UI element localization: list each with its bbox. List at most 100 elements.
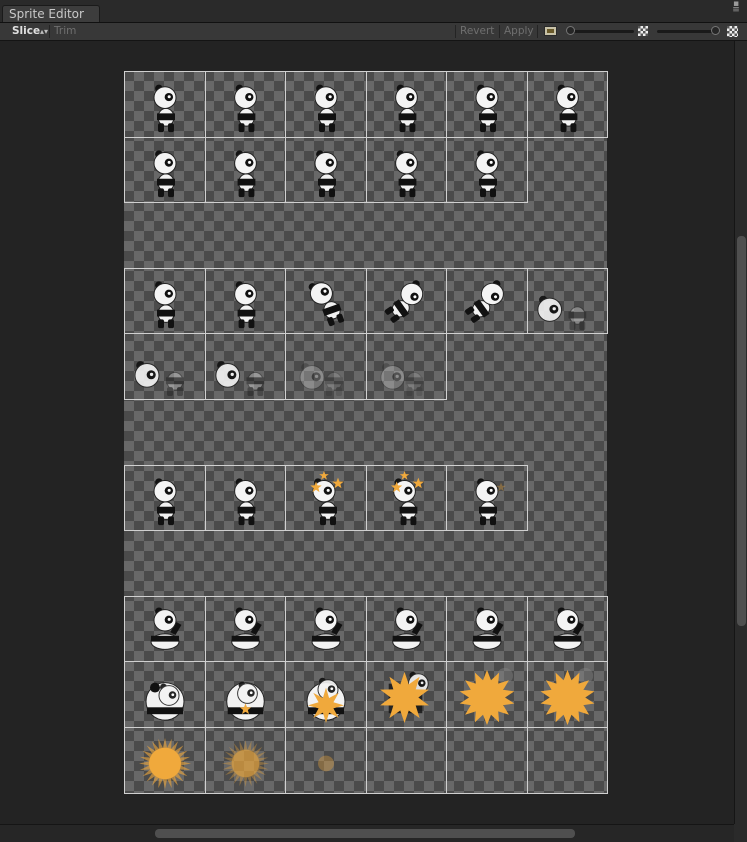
sprite-image	[472, 607, 504, 650]
sprite-image	[395, 84, 418, 133]
sprite-image	[395, 150, 418, 198]
sprite-frame[interactable]	[446, 268, 528, 334]
sprite-frame[interactable]	[205, 727, 286, 794]
vertical-scrollbar-thumb[interactable]	[737, 236, 746, 626]
sprite-frame[interactable]	[124, 465, 206, 531]
sprite-frame[interactable]	[124, 137, 206, 203]
sprite-image	[308, 282, 345, 327]
sprite-image	[475, 478, 506, 526]
sprite-frame[interactable]	[366, 596, 447, 662]
mip-level-slider-handle[interactable]	[711, 26, 720, 35]
sprite-image	[234, 281, 257, 329]
sprite-frame[interactable]	[527, 268, 608, 334]
sprite-frame[interactable]	[446, 596, 528, 662]
sprite-frame[interactable]	[124, 268, 206, 334]
sprite-frame[interactable]	[285, 71, 367, 138]
sprite-frame[interactable]	[527, 661, 608, 728]
sprite-frame[interactable]	[366, 137, 447, 203]
sprite-image	[537, 295, 587, 331]
sprite-image	[310, 470, 344, 526]
window-menu-icon[interactable]: ▪ ≡	[731, 0, 741, 15]
sprite-viewport[interactable]	[0, 41, 734, 824]
sprite-frame[interactable]	[285, 661, 367, 728]
sprite-frame[interactable]	[205, 661, 286, 728]
sprite-frame[interactable]	[205, 268, 286, 334]
sprite-image	[153, 478, 177, 526]
sprite-image	[145, 682, 185, 721]
editor-toolbar: Slice ▴▾ Trim Revert Apply	[0, 23, 747, 41]
sprite-image	[314, 84, 338, 133]
sprite-frame[interactable]	[285, 137, 367, 203]
slice-dropdown[interactable]: Slice	[12, 23, 40, 40]
sprite-image	[153, 281, 177, 329]
sprite-image	[231, 607, 262, 650]
sprite-image	[234, 84, 257, 133]
sprite-image	[234, 150, 257, 198]
sprite-frame[interactable]	[285, 465, 367, 531]
toolbar-separator	[49, 25, 50, 38]
revert-button[interactable]: Revert	[460, 23, 494, 40]
sprite-frame[interactable]	[527, 727, 608, 794]
sprite-frame[interactable]	[446, 465, 528, 531]
sprite-image	[153, 150, 177, 198]
sprite-image	[475, 84, 499, 133]
trim-button[interactable]: Trim	[54, 23, 76, 40]
scrollbar-corner	[734, 824, 747, 842]
sprite-frame[interactable]	[446, 137, 528, 203]
sprite-frame[interactable]	[366, 268, 447, 334]
sprite-image	[540, 667, 595, 726]
sprite-frame[interactable]	[205, 465, 286, 531]
vertical-scrollbar[interactable]	[734, 41, 747, 824]
sprite-frame[interactable]	[205, 333, 286, 400]
sprite-frame[interactable]	[285, 333, 367, 400]
sprite-image	[380, 671, 429, 724]
rgb-channel-icon[interactable]	[544, 26, 557, 36]
window-tab[interactable]: Sprite Editor	[2, 5, 100, 22]
sprite-frame[interactable]	[366, 71, 447, 138]
sprite-frame[interactable]	[446, 727, 528, 794]
horizontal-scrollbar-thumb[interactable]	[155, 829, 575, 838]
sprite-image	[447, 728, 527, 793]
sprite-image	[392, 607, 423, 650]
sprite-image	[528, 728, 607, 793]
sprite-frame[interactable]	[205, 71, 286, 138]
sprite-image	[459, 667, 515, 726]
sprite-frame[interactable]	[124, 661, 206, 728]
zoom-slider-handle[interactable]	[566, 26, 575, 35]
sprite-frame[interactable]	[124, 727, 206, 794]
zoom-slider-track[interactable]	[570, 30, 634, 33]
sprite-frame[interactable]	[205, 137, 286, 203]
sprite-image	[390, 470, 424, 526]
sprite-image	[380, 363, 424, 397]
apply-button[interactable]: Apply	[504, 23, 534, 40]
toolbar-separator	[499, 25, 500, 38]
mip-large-icon	[727, 26, 738, 37]
sprite-frame[interactable]	[366, 727, 447, 794]
sprite-frame[interactable]	[527, 596, 608, 662]
toolbar-separator	[537, 25, 538, 38]
sprite-image	[299, 363, 343, 397]
toolbar-separator	[455, 25, 456, 38]
sprite-frame[interactable]	[285, 596, 367, 662]
sprite-image	[465, 280, 504, 323]
sprite-frame[interactable]	[366, 661, 447, 728]
sprite-frame[interactable]	[285, 268, 367, 334]
sprite-frame[interactable]	[446, 661, 528, 728]
sprite-image	[153, 84, 177, 133]
sprite-image	[553, 607, 584, 650]
sprite-frame[interactable]	[124, 71, 206, 138]
sprite-frame[interactable]	[205, 596, 286, 662]
sprite-image	[234, 478, 257, 526]
horizontal-scrollbar[interactable]	[0, 824, 734, 842]
sprite-frame[interactable]	[366, 465, 447, 531]
sprite-frame[interactable]	[124, 596, 206, 662]
mip-level-slider-track[interactable]	[657, 30, 717, 33]
sprite-frame[interactable]	[366, 333, 447, 400]
sprite-sheet	[124, 71, 608, 794]
sprite-frame[interactable]	[285, 727, 367, 794]
sprite-frame[interactable]	[124, 333, 206, 400]
sprite-frame[interactable]	[446, 71, 528, 138]
up-down-arrows-icon[interactable]: ▴▾	[40, 23, 48, 40]
sprite-frame[interactable]	[527, 71, 608, 138]
sprite-image	[221, 739, 270, 788]
